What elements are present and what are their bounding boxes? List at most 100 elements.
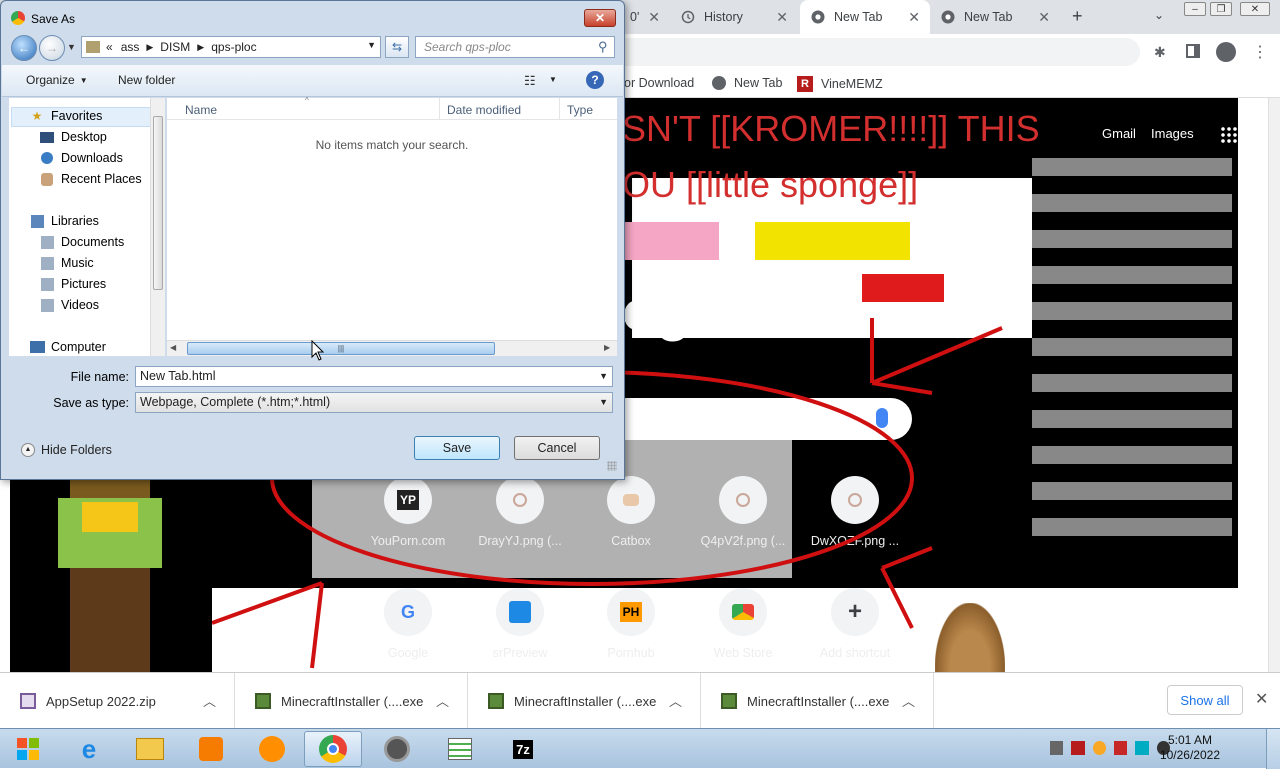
- breadcrumb-ass[interactable]: ass: [121, 40, 140, 54]
- tab-history[interactable]: History ✕: [670, 0, 798, 34]
- page-scrollbar[interactable]: [1268, 98, 1280, 672]
- tab-new-tab-active[interactable]: New Tab ✕: [800, 0, 930, 34]
- nav-favorites[interactable]: ★ Favorites: [29, 108, 103, 124]
- taskbar-media-player[interactable]: [182, 731, 240, 767]
- images-link[interactable]: Images: [1151, 126, 1194, 141]
- taskbar-7zip[interactable]: 7z: [494, 731, 552, 767]
- nav-computer[interactable]: Computer: [29, 339, 106, 355]
- chevron-up-icon[interactable]: ︿: [669, 691, 682, 710]
- taskbar-movie-maker[interactable]: [368, 731, 426, 767]
- column-name[interactable]: Name: [185, 103, 217, 117]
- bookmark-download[interactable]: or Download: [624, 76, 694, 90]
- taskbar-internet-explorer[interactable]: e: [60, 731, 118, 767]
- nav-desktop[interactable]: Desktop: [39, 129, 107, 145]
- chevron-up-icon[interactable]: ︿: [436, 691, 449, 710]
- address-dropdown-icon[interactable]: ▼: [367, 40, 376, 50]
- scroll-left-icon[interactable]: ◀: [170, 343, 176, 352]
- hide-folders-toggle[interactable]: ▲ Hide Folders: [21, 443, 112, 457]
- refresh-icon[interactable]: ⇆: [385, 36, 409, 58]
- chevron-up-icon[interactable]: ︿: [902, 691, 915, 710]
- restore-icon[interactable]: ❐: [1210, 2, 1232, 16]
- extensions-puzzle-icon[interactable]: ✱: [1154, 44, 1166, 61]
- search-icon[interactable]: ⚲: [598, 39, 608, 55]
- nav-scroll-thumb[interactable]: [153, 116, 163, 290]
- taskbar-chrome[interactable]: [304, 731, 362, 767]
- system-clock[interactable]: 5:01 AM 10/26/2022: [1160, 733, 1220, 763]
- chevron-up-icon[interactable]: ︿: [203, 691, 216, 710]
- download-item[interactable]: AppSetup 2022.zip ︿: [0, 673, 235, 729]
- taskbar-explorer[interactable]: [121, 731, 179, 767]
- show-all-button[interactable]: Show all: [1167, 685, 1243, 715]
- search-input[interactable]: Search qps-ploc: [415, 36, 615, 58]
- gmail-link[interactable]: Gmail: [1102, 126, 1136, 141]
- profile-avatar[interactable]: [1216, 42, 1236, 62]
- tab-search-chevron-icon[interactable]: ⌄: [1154, 8, 1164, 22]
- recent-pages-chevron-icon[interactable]: ▼: [67, 42, 76, 52]
- file-name-field[interactable]: New Tab.html ▼: [135, 366, 613, 387]
- breadcrumb-separator-icon[interactable]: ▶: [146, 42, 153, 53]
- scroll-right-icon[interactable]: ▶: [604, 343, 610, 352]
- breadcrumb-separator-icon[interactable]: ▶: [197, 42, 204, 53]
- download-item[interactable]: MinecraftInstaller (....exe ︿: [235, 673, 468, 729]
- start-button[interactable]: [0, 731, 56, 767]
- close-icon[interactable]: ✕: [908, 9, 920, 26]
- address-overflow-chevrons[interactable]: «: [106, 40, 113, 54]
- tab-partial[interactable]: 0' ✕: [620, 0, 670, 34]
- nav-pictures[interactable]: Pictures: [39, 276, 106, 292]
- breadcrumb-qps-ploc[interactable]: qps-ploc: [211, 40, 256, 54]
- nav-documents[interactable]: Documents: [39, 234, 124, 250]
- new-folder-button[interactable]: New folder: [118, 73, 175, 87]
- taskbar-task-list[interactable]: [431, 731, 489, 767]
- horizontal-scroll-thumb[interactable]: |||: [187, 342, 495, 355]
- chevron-down-icon[interactable]: ▼: [549, 75, 557, 84]
- nav-downloads[interactable]: Downloads: [39, 150, 123, 166]
- bookmark-new-tab[interactable]: New Tab: [712, 76, 782, 90]
- apps-grid-icon[interactable]: [1220, 126, 1238, 144]
- tab-new-tab[interactable]: New Tab ✕: [930, 0, 1060, 34]
- bookmark-vinememz[interactable]: R VineMEMZ: [797, 76, 883, 92]
- tray-icon[interactable]: [1135, 741, 1149, 755]
- close-downloads-icon[interactable]: ✕: [1255, 689, 1268, 709]
- tray-icon[interactable]: [1050, 741, 1064, 755]
- nav-libraries[interactable]: Libraries: [29, 213, 99, 229]
- breadcrumb-dism[interactable]: DISM: [160, 40, 190, 54]
- side-panel-icon[interactable]: [1186, 44, 1200, 58]
- nav-recent-places[interactable]: Recent Places: [39, 171, 142, 187]
- omnibox[interactable]: [600, 38, 1140, 66]
- customize-pencil-icon[interactable]: ✎: [1222, 628, 1234, 645]
- chevron-down-icon[interactable]: ▼: [599, 393, 608, 412]
- column-date-modified[interactable]: Date modified: [447, 103, 521, 117]
- list-app-icon: [448, 738, 472, 760]
- show-desktop-button[interactable]: [1266, 729, 1280, 769]
- save-button[interactable]: Save: [414, 436, 500, 460]
- window-close-icon[interactable]: ✕: [1240, 2, 1270, 16]
- horizontal-scrollbar[interactable]: ◀ ||| ▶: [167, 340, 617, 356]
- organize-menu-button[interactable]: Organize ▼: [26, 73, 88, 87]
- cancel-button[interactable]: Cancel: [514, 436, 600, 460]
- chevron-down-icon[interactable]: ▼: [599, 367, 608, 386]
- download-item[interactable]: MinecraftInstaller (....exe ︿: [468, 673, 701, 729]
- back-arrow-icon[interactable]: ←: [11, 35, 37, 61]
- minimize-icon[interactable]: –: [1184, 2, 1206, 16]
- resize-grip-icon[interactable]: [607, 461, 617, 471]
- tray-icon[interactable]: [1071, 741, 1085, 755]
- view-options-icon[interactable]: ☷: [524, 73, 536, 89]
- close-icon[interactable]: ✕: [776, 9, 788, 26]
- tray-icon[interactable]: [1092, 741, 1106, 755]
- save-as-type-select[interactable]: Webpage, Complete (*.htm;*.html) ▼: [135, 392, 613, 413]
- download-item[interactable]: MinecraftInstaller (....exe ︿: [701, 673, 934, 729]
- address-bar[interactable]: « ass ▶ DISM ▶ qps-ploc ▼: [81, 36, 381, 58]
- tray-icon[interactable]: [1113, 741, 1128, 755]
- nav-scrollbar[interactable]: [150, 98, 165, 356]
- nav-music[interactable]: Music: [39, 255, 94, 271]
- forward-arrow-icon[interactable]: →: [39, 35, 65, 61]
- taskbar-uc-browser[interactable]: [243, 731, 301, 767]
- close-icon[interactable]: ✕: [648, 9, 660, 26]
- new-tab-plus-icon[interactable]: +: [1072, 6, 1083, 27]
- help-icon[interactable]: ?: [586, 71, 604, 89]
- nav-videos[interactable]: Videos: [39, 297, 99, 313]
- menu-kebab-icon[interactable]: ⋮: [1252, 42, 1268, 62]
- column-type[interactable]: Type: [567, 103, 593, 117]
- dialog-close-button[interactable]: ✕: [584, 9, 616, 27]
- close-icon[interactable]: ✕: [1038, 9, 1050, 26]
